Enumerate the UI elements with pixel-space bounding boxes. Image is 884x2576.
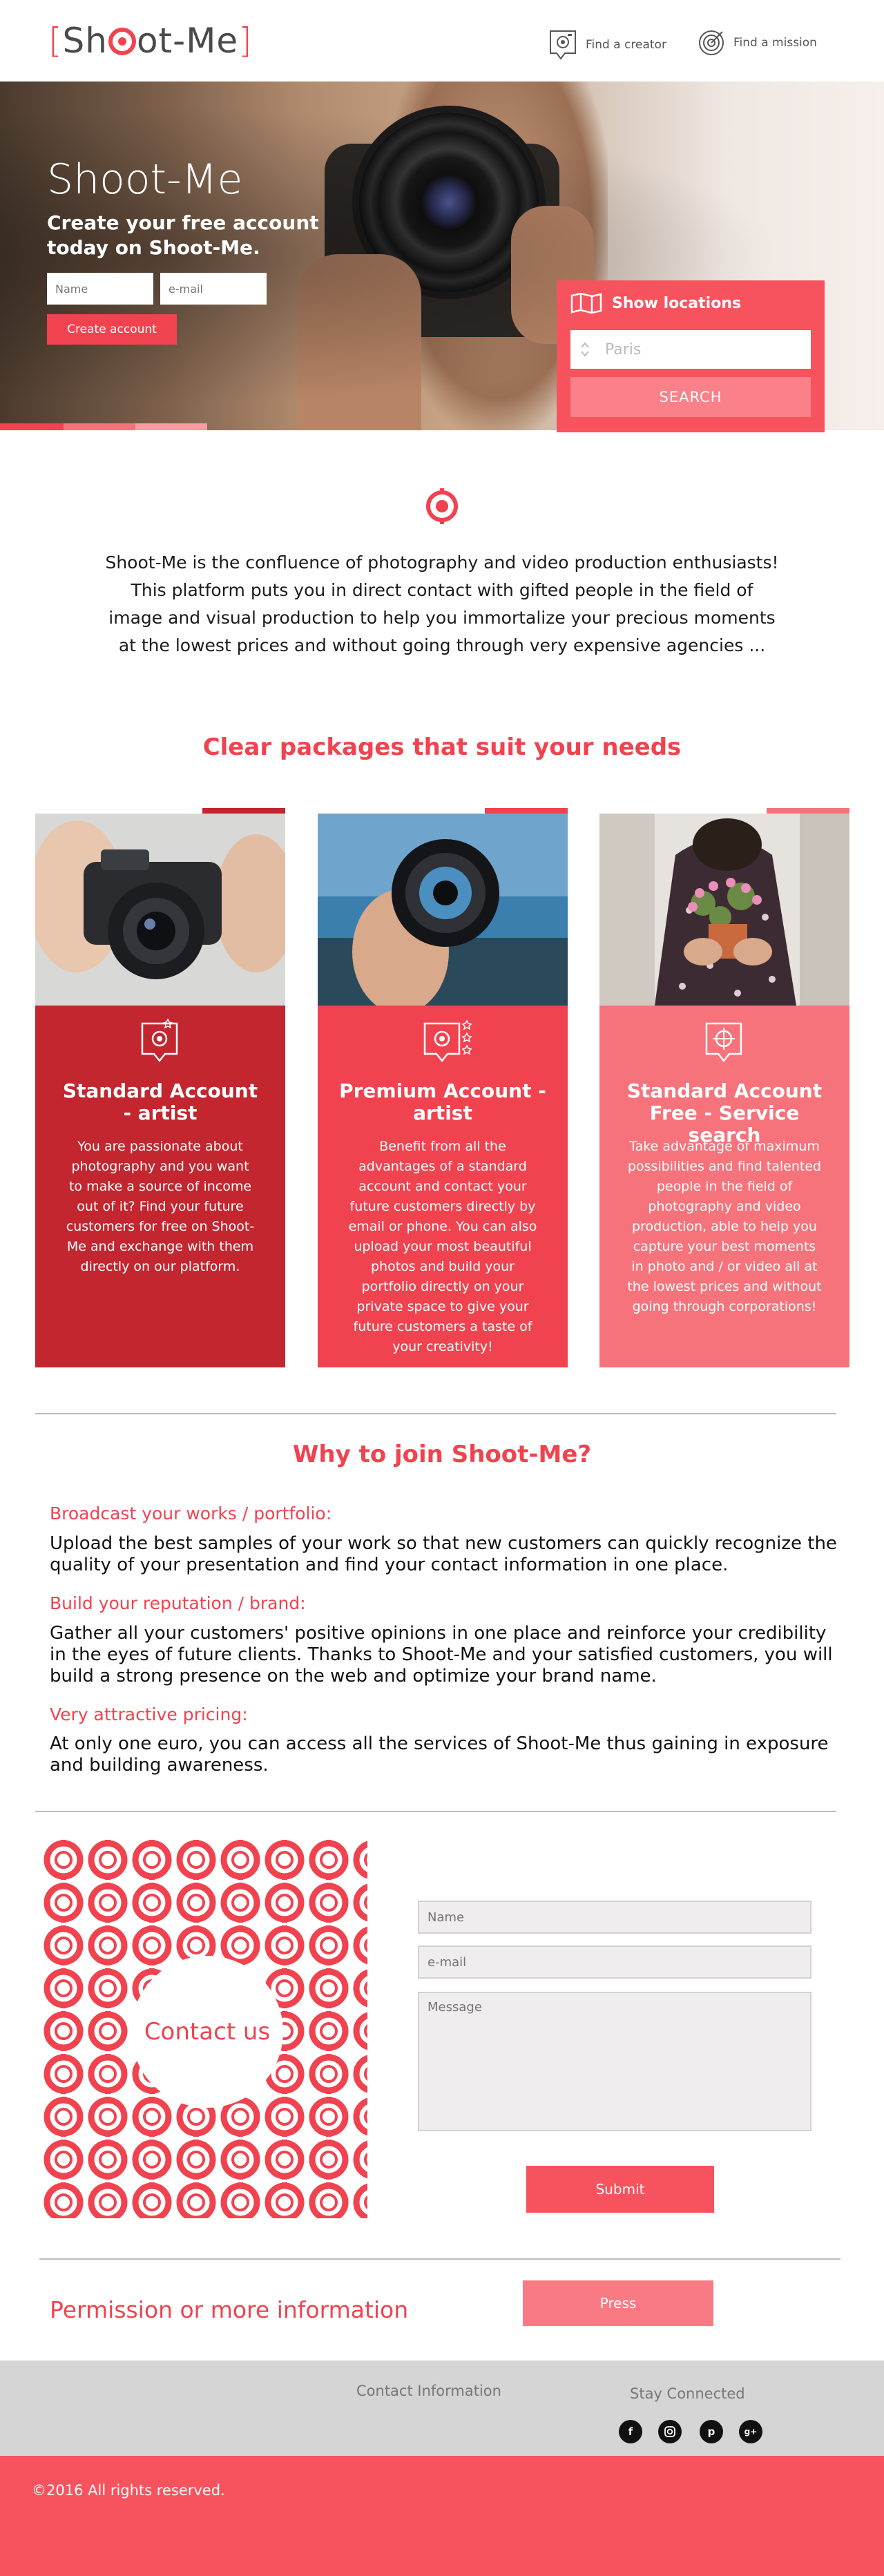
location-search-panel: Show locations Paris SEARCH — [557, 280, 825, 432]
card-body: Premium Account - artist Benefit from al… — [318, 1006, 568, 1367]
why-heading-pricing: Very attractive pricing: — [50, 1704, 248, 1724]
nav-find-mission-label: Find a mission — [733, 36, 817, 50]
divider — [39, 2258, 840, 2260]
google-plus-icon[interactable]: g+ — [739, 2420, 762, 2443]
creator-camera-icon — [550, 30, 576, 60]
why-text-reputation: Gather all your customers' positive opin… — [50, 1623, 833, 1686]
permission-text: Permission or more information — [50, 2296, 409, 2323]
why-text-portfolio: Upload the best samples of your work so … — [50, 1533, 837, 1575]
nav-find-creator[interactable]: Find a creator — [548, 29, 666, 61]
press-button[interactable]: Press — [523, 2280, 713, 2326]
service-search-icon — [705, 1022, 742, 1063]
card-text: You are passionate about photography and… — [66, 1139, 255, 1274]
facebook-icon[interactable]: f — [619, 2420, 642, 2443]
copyright-text: ©2016 All rights reserved. — [32, 2482, 225, 2499]
card-body: Standard Account Free - Service search T… — [599, 1006, 849, 1367]
package-card-service-search[interactable]: Standard Account Free - Service search T… — [599, 808, 849, 1367]
card-accent — [202, 808, 285, 814]
divider — [35, 1811, 836, 1812]
contact-pattern-panel: Contact us — [41, 1838, 367, 2218]
card-accent — [767, 808, 849, 814]
card-photo-lens-lake — [318, 814, 568, 1006]
contact-email-input[interactable] — [418, 1945, 811, 1979]
nav-find-mission[interactable]: Find a mission — [698, 29, 817, 57]
location-heading: Show locations — [570, 293, 741, 314]
site-header: [Sh ot-Me] Find a creator Find a mission — [0, 0, 884, 81]
divider — [35, 1413, 836, 1414]
contact-name-input[interactable] — [418, 1901, 811, 1934]
card-title: Premium Account - artist — [339, 1079, 546, 1124]
hero-subtitle: Create your free account today on Shoot-… — [47, 211, 319, 259]
logo-ring-icon — [108, 28, 136, 55]
contact-us-badge: Contact us — [131, 1956, 283, 2108]
target-icon — [699, 30, 724, 55]
hero-slide-indicator-1[interactable] — [0, 423, 64, 430]
location-search-button[interactable]: SEARCH — [570, 377, 811, 417]
hero-email-input[interactable] — [160, 273, 267, 305]
why-text-pricing: At only one euro, you can access all the… — [50, 1733, 829, 1776]
packages-title: Clear packages that suit your needs — [202, 733, 682, 761]
premium-camera-stars-icon — [423, 1019, 472, 1063]
card-photo-camera-hands — [35, 814, 285, 1006]
stay-connected-label: Stay Connected — [630, 2385, 745, 2402]
card-text: Benefit from all the advantages of a sta… — [348, 1139, 537, 1354]
nav-find-creator-label: Find a creator — [586, 38, 666, 52]
site-logo[interactable]: [Sh ot-Me] — [48, 21, 253, 61]
hero-title: Shoot-Me — [47, 155, 243, 204]
footer-bottom-bar: ©2016 All rights reserved. — [0, 2456, 884, 2576]
intro-paragraph: Shoot-Me is the confluence of photograph… — [105, 552, 779, 655]
pinterest-icon[interactable]: p — [700, 2420, 723, 2443]
package-card-premium-artist[interactable]: Premium Account - artist Benefit from al… — [318, 808, 568, 1367]
artist-camera-icon — [141, 1018, 178, 1063]
select-arrows-icon — [581, 342, 589, 357]
create-account-button[interactable]: Create account — [47, 314, 177, 345]
location-select-value: Paris — [605, 340, 642, 358]
why-title: Why to join Shoot-Me? — [292, 1441, 592, 1468]
why-heading-portfolio: Broadcast your works / portfolio: — [50, 1503, 332, 1524]
hero-name-input[interactable] — [47, 273, 153, 305]
location-heading-label: Show locations — [612, 294, 742, 312]
why-heading-reputation: Build your reputation / brand: — [50, 1593, 306, 1613]
card-body: Standard Account - artist You are passio… — [35, 1006, 285, 1367]
card-title: Standard Account - artist — [62, 1079, 258, 1124]
map-icon — [570, 293, 602, 314]
package-card-standard-artist[interactable]: Standard Account - artist You are passio… — [35, 808, 285, 1367]
card-text: Take advantage of maximum possibilities … — [627, 1139, 822, 1314]
contact-submit-button[interactable]: Submit — [526, 2166, 714, 2213]
contact-message-input[interactable] — [418, 1992, 811, 2131]
brand-target-icon — [426, 488, 458, 524]
card-photo-flowers — [599, 814, 849, 1006]
instagram-icon[interactable] — [658, 2420, 682, 2443]
contact-information-link[interactable]: Contact Information — [356, 2383, 501, 2399]
hero-slide-indicator-3[interactable] — [135, 423, 207, 430]
footer-info-bar: Contact Information Stay Connected f p g… — [0, 2361, 884, 2456]
hero-slide-indicator-2[interactable] — [64, 423, 135, 430]
card-accent — [485, 808, 568, 814]
location-select[interactable]: Paris — [570, 330, 811, 369]
